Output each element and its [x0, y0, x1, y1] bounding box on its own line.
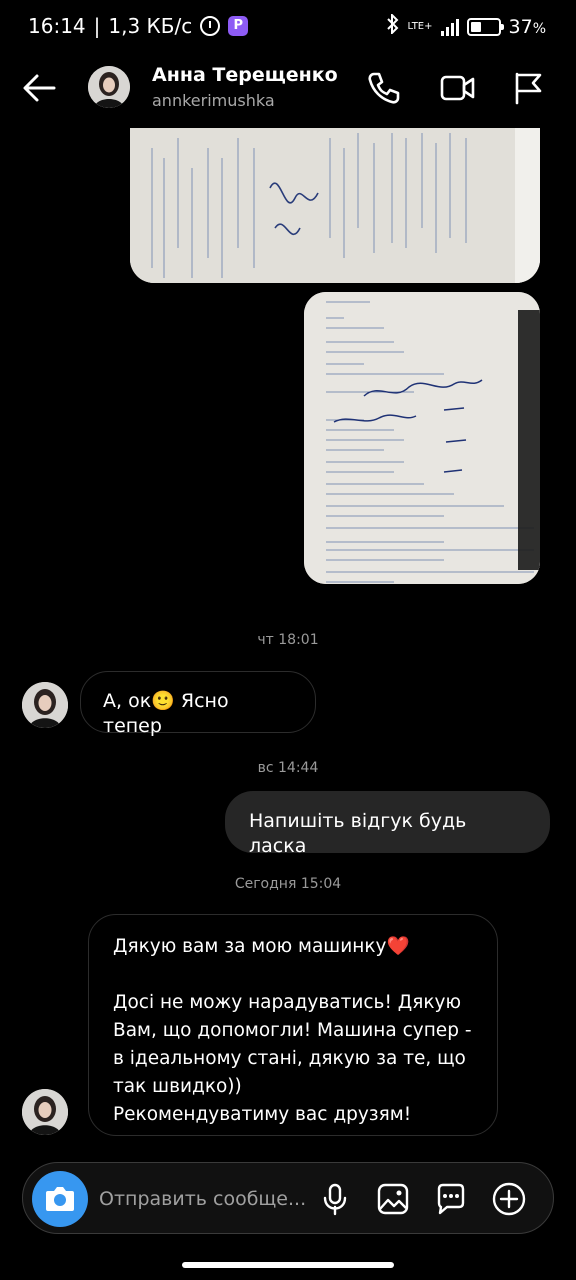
incoming-message[interactable]: Дякую вам за мою машинку❤️ Досі не можу …	[88, 914, 498, 1136]
message-input[interactable]	[99, 1181, 314, 1217]
camera-icon	[46, 1187, 74, 1211]
status-left: 16:14 | 1,3 КБ/с P	[28, 14, 249, 38]
voice-message-button[interactable]	[317, 1181, 353, 1217]
image-icon	[377, 1183, 409, 1215]
battery-icon	[466, 17, 504, 36]
contact-name[interactable]: Анна Терещенко	[152, 64, 338, 86]
camera-button[interactable]	[32, 1171, 88, 1227]
arrow-left-icon	[23, 74, 56, 102]
status-separator: |	[93, 14, 101, 38]
video-call-button[interactable]	[438, 68, 478, 108]
chat-bubble-icon	[437, 1183, 465, 1215]
video-camera-icon	[440, 75, 475, 101]
flag-icon	[515, 72, 542, 105]
gallery-button[interactable]	[375, 1181, 411, 1217]
plus-circle-icon	[492, 1182, 526, 1216]
microphone-icon	[323, 1183, 347, 1216]
timestamp: чт 18:01	[257, 632, 319, 648]
back-button[interactable]	[20, 68, 60, 108]
status-speed: 1,3 КБ/с	[108, 14, 193, 38]
status-bar: 16:14 | 1,3 КБ/с P LTE+ 37%	[0, 0, 576, 56]
call-button[interactable]	[364, 68, 404, 108]
chat-header: Анна Терещенко annkerimushka	[0, 56, 576, 120]
message-composer	[22, 1162, 554, 1234]
status-time: 16:14	[28, 14, 86, 38]
incoming-message[interactable]: А, ок🙂 Ясно тепер	[80, 671, 316, 737]
bluetooth-icon	[386, 12, 400, 39]
contact-username[interactable]: annkerimushka	[152, 91, 275, 110]
timestamp: Сегодня 15:04	[234, 876, 342, 892]
sticker-button[interactable]	[433, 1181, 469, 1217]
avatar[interactable]	[88, 66, 130, 108]
photo-message[interactable]	[130, 128, 540, 283]
timestamp: вс 14:44	[257, 760, 319, 776]
signal-icon	[440, 18, 459, 36]
battery-level: 37%	[508, 15, 547, 38]
home-indicator[interactable]	[182, 1262, 394, 1268]
document-photo	[130, 128, 540, 283]
avatar[interactable]	[22, 682, 68, 728]
alarm-icon	[200, 16, 221, 36]
report-button[interactable]	[508, 68, 548, 108]
photo-message[interactable]	[304, 292, 540, 584]
document-photo	[304, 292, 540, 584]
app-badge-icon: P	[228, 16, 249, 36]
status-right: LTE+ 37%	[386, 12, 547, 39]
network-label: LTE+	[407, 20, 433, 32]
phone-icon	[368, 72, 400, 104]
outgoing-message[interactable]: Напишіть відгук будь ласка	[225, 791, 550, 857]
avatar[interactable]	[22, 1089, 68, 1135]
add-button[interactable]	[491, 1181, 527, 1217]
